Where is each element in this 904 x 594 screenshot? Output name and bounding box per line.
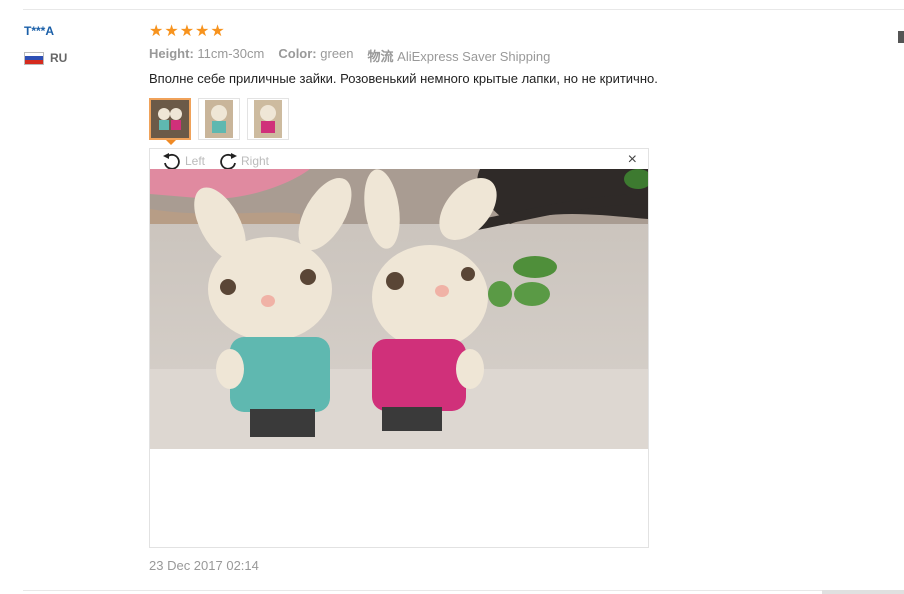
rotate-right-button[interactable]: Right [217, 152, 269, 170]
bottom-divider [23, 590, 904, 591]
attribute-label: 物流 [367, 49, 394, 64]
star-icon: ★ [164, 21, 179, 40]
attribute-height: Height: 11cm-30cm [149, 46, 264, 65]
reviewer-name: T***A [24, 24, 55, 38]
photo-thumbnail[interactable] [149, 98, 191, 140]
thumbnail-image [254, 100, 282, 138]
rotate-left-label: Left [185, 154, 206, 168]
attribute-value: 11cm-30cm [197, 46, 265, 61]
photo-thumbnail[interactable] [247, 98, 289, 140]
attribute-color: Color: green [278, 46, 353, 65]
attribute-shipping: 物流 AliExpress Saver Shipping [368, 46, 551, 65]
reviewer-country: RU [24, 51, 67, 65]
attribute-value: AliExpress Saver Shipping [397, 49, 551, 64]
attribute-label: Color: [278, 46, 317, 61]
rotate-left-button[interactable]: Left [161, 152, 205, 170]
rotate-left-icon [163, 153, 180, 170]
rotate-right-label: Right [241, 154, 270, 168]
star-icon: ★ [210, 21, 225, 40]
active-thumbnail-indicator [166, 140, 176, 145]
attribute-label: Height: [149, 46, 194, 61]
photo-viewer: Left Right × [149, 148, 649, 548]
country-code: RU [50, 51, 68, 65]
close-icon[interactable]: × [628, 152, 637, 168]
photo-thumbnail[interactable] [198, 98, 240, 140]
thumbnail-image [205, 100, 233, 138]
star-icon: ★ [195, 21, 210, 40]
rotate-right-icon [220, 153, 237, 170]
russia-flag-icon [24, 51, 44, 65]
star-rating: ★ ★ ★ ★ ★ [149, 23, 225, 39]
thumbnail-image [151, 100, 189, 138]
review-text: Вполне себе приличные зайки. Розовенький… [149, 71, 658, 86]
attribute-value: green [320, 46, 354, 61]
horizontal-scrollbar[interactable] [822, 590, 904, 594]
review-photo [150, 169, 648, 449]
star-icon: ★ [179, 21, 195, 40]
photo-thumbnails [149, 98, 289, 140]
scrollbar-tab[interactable] [898, 31, 904, 43]
order-attributes: Height: 11cm-30cm Color: green 物流 AliExp… [149, 46, 550, 65]
top-divider [23, 9, 904, 10]
review-date: 23 Dec 2017 02:14 [149, 558, 259, 573]
star-icon: ★ [149, 21, 164, 40]
